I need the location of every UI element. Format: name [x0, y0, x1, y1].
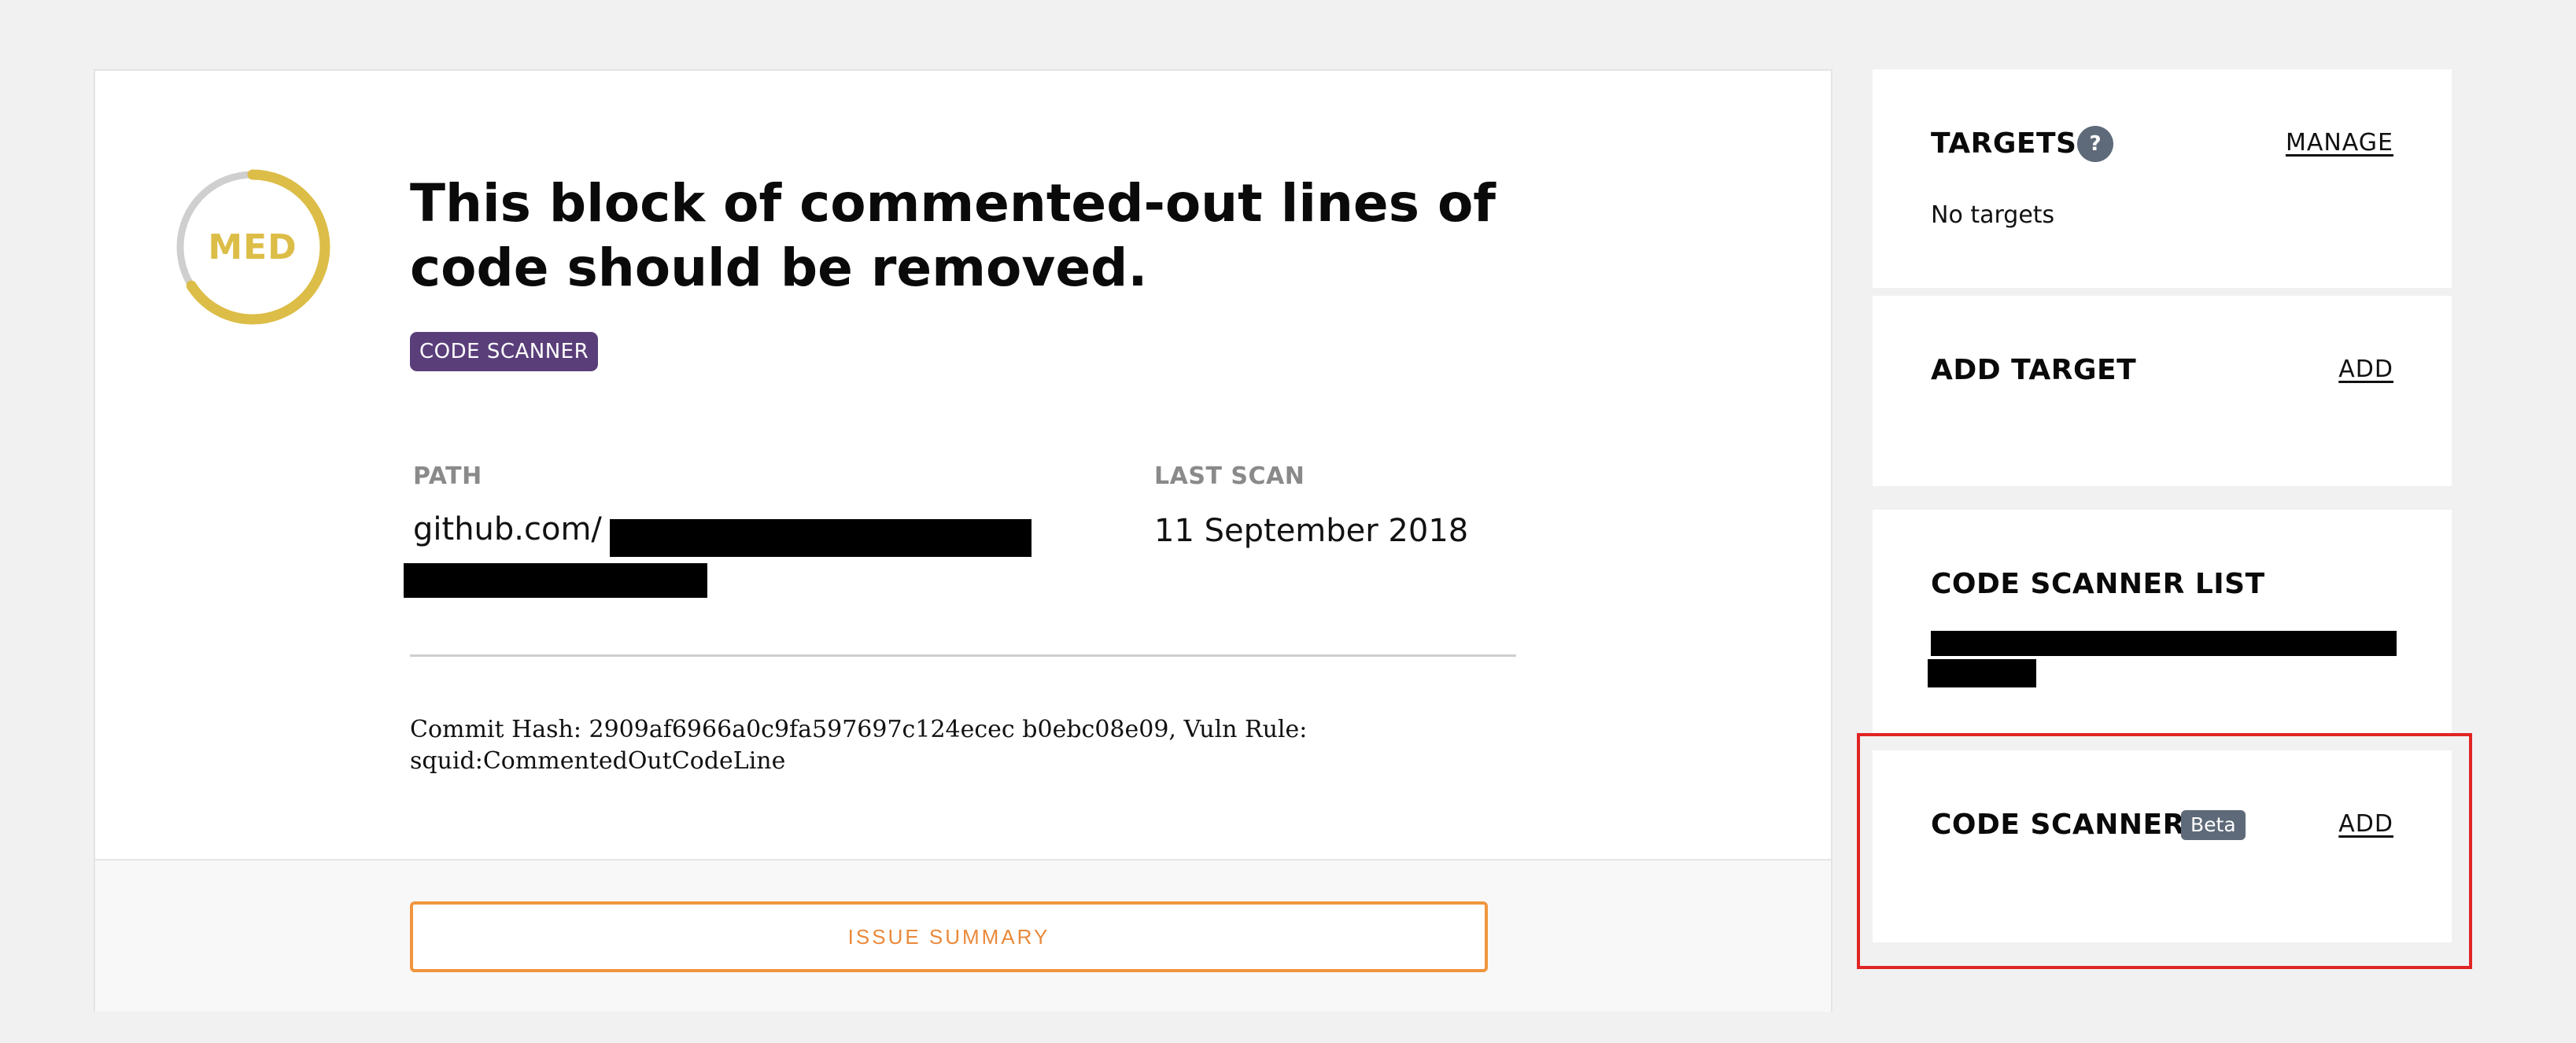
code-scanner-list-heading: CODE SCANNER LIST	[1931, 568, 2265, 600]
add-target-panel: ADD TARGET ADD	[1873, 296, 2452, 486]
redacted-path	[610, 519, 1032, 557]
highlight-box	[1857, 733, 2472, 969]
divider	[410, 654, 1516, 657]
issue-footer: ISSUE SUMMARY	[95, 859, 1831, 1012]
add-target-heading: ADD TARGET	[1931, 354, 2137, 386]
code-scanner-list-panel: CODE SCANNER LIST	[1873, 510, 2452, 735]
issue-title: This block of commented-out lines of cod…	[410, 173, 1497, 298]
issue-summary-button[interactable]: ISSUE SUMMARY	[410, 901, 1488, 972]
issue-details: Commit Hash: 2909af6966a0c9fa597697c124e…	[410, 716, 1308, 775]
issue-card: MED This block of commented-out lines of…	[94, 69, 1832, 1012]
path-label: PATH	[413, 463, 482, 490]
last-scan-label: LAST SCAN	[1154, 463, 1305, 490]
manage-targets-link[interactable]: MANAGE	[2286, 129, 2393, 157]
source-badge: CODE SCANNER	[410, 332, 599, 371]
severity-label: MED	[208, 227, 297, 267]
targets-panel: TARGETS ? MANAGE No targets	[1873, 69, 2452, 288]
last-scan-value: 11 September 2018	[1154, 513, 1469, 549]
issue-body: MED This block of commented-out lines of…	[95, 71, 1831, 859]
path-value: github.com/	[413, 511, 602, 547]
severity-gauge: MED	[174, 168, 331, 326]
help-icon[interactable]: ?	[2077, 126, 2113, 162]
redacted-scanner-entry	[1931, 631, 2397, 656]
targets-heading: TARGETS	[1931, 127, 2077, 160]
redacted-scanner-entry-continued	[1928, 659, 2036, 687]
add-target-link[interactable]: ADD	[2338, 356, 2393, 383]
redacted-path-continued	[404, 563, 707, 598]
no-targets-text: No targets	[1931, 201, 2055, 229]
